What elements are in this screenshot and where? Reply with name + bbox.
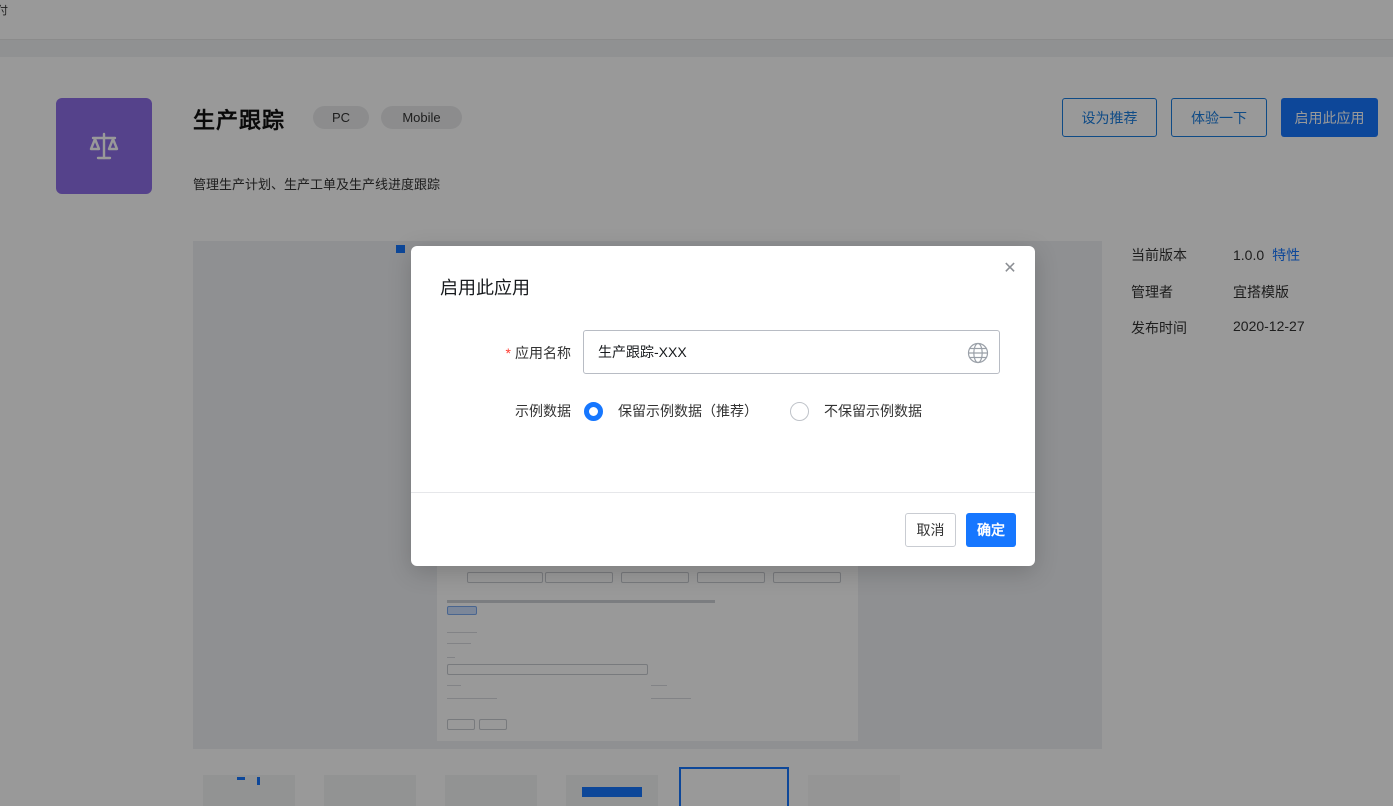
required-mark: *: [505, 345, 511, 361]
radio-no-sample[interactable]: 不保留示例数据: [790, 401, 922, 421]
radio-checked-icon[interactable]: [584, 401, 603, 421]
dialog-title: 启用此应用: [440, 278, 530, 298]
sample-data-label: 示例数据: [515, 403, 571, 419]
app-detail-page: 付 生产跟踪 PC Mobile 管理生产计划、生产工单及生产线进度跟踪 设为推…: [0, 0, 1393, 806]
radio-unchecked-icon[interactable]: [790, 401, 809, 421]
enable-app-dialog: 启用此应用 ✕ *应用名称 示例数据 保留示例数据（推荐）: [411, 246, 1035, 566]
app-name-label-text: 应用名称: [515, 345, 571, 361]
app-name-label: * 应用名称: [441, 343, 571, 363]
globe-icon[interactable]: [967, 342, 989, 364]
confirm-button[interactable]: 确定: [966, 513, 1016, 547]
radio-keep-sample[interactable]: 保留示例数据（推荐）: [584, 401, 758, 421]
radio-no-sample-label: 不保留示例数据: [824, 403, 922, 419]
close-icon[interactable]: ✕: [1001, 260, 1019, 278]
app-name-input[interactable]: [598, 331, 958, 373]
radio-keep-sample-label: 保留示例数据（推荐）: [618, 403, 758, 419]
dialog-divider: [411, 492, 1035, 493]
cancel-button[interactable]: 取消: [905, 513, 956, 547]
app-name-field[interactable]: [583, 330, 1000, 374]
